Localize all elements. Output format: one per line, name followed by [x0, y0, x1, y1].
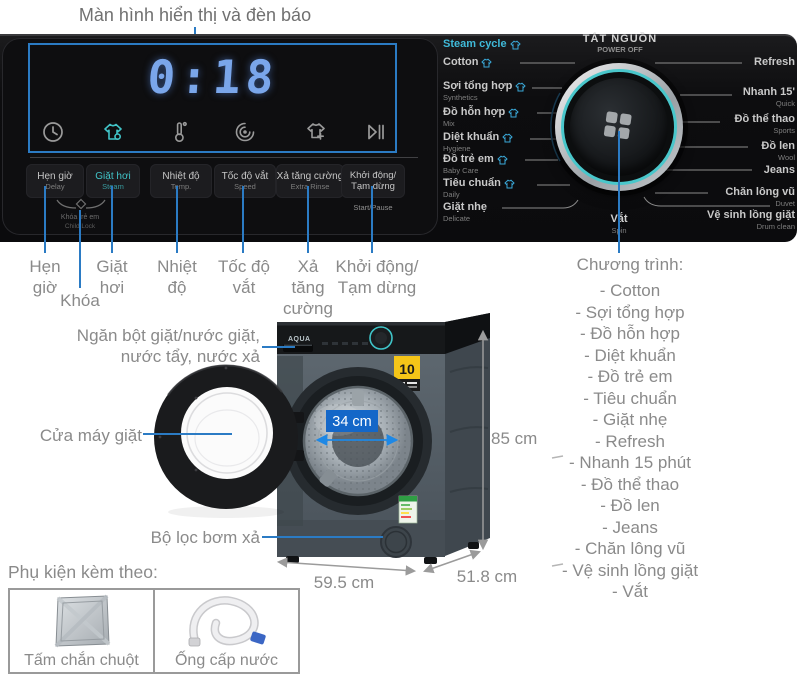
- start-pause-en-label: Start/Pause: [341, 203, 405, 212]
- machine-brand-logo: AQUA: [288, 336, 311, 343]
- annotation-line-rinse: [307, 186, 309, 253]
- annotation-line-lock: [79, 210, 81, 288]
- dial-label-hygiene: Diệt khuẩn Hygiene: [443, 131, 513, 153]
- dial-label-wool: Đồ len Wool: [761, 140, 795, 162]
- spin-icon: [232, 119, 258, 145]
- annotation-line-dial: [618, 131, 620, 253]
- drum-width-label: 34 cm: [332, 414, 372, 430]
- accessory-mouse-guard: Tấm chắn chuột: [10, 590, 153, 672]
- door-label: Cửa máy giặt: [30, 425, 142, 446]
- annotation-line-temp: [176, 186, 178, 253]
- filter-label: Bộ lọc bơm xả: [145, 527, 260, 548]
- annotation-line-steam: [111, 186, 113, 253]
- dial-label-delicate: Giặt nhẹ Delicate: [443, 201, 487, 223]
- button-steam[interactable]: Giặt hơi Steam: [86, 164, 140, 198]
- panel-separator: [30, 157, 418, 158]
- shirt-icon: [515, 82, 526, 92]
- button-temp[interactable]: Nhiệt độ Temp.: [150, 164, 212, 198]
- accessory-label: Tấm chắn chuột: [24, 651, 139, 670]
- water-hose-image: [179, 593, 275, 651]
- dial-label-refresh: Refresh: [754, 56, 795, 69]
- annotation-line-start: [371, 186, 373, 253]
- button-start-pause[interactable]: Khởi động/ Tạm dừng: [341, 164, 405, 198]
- annotation-temp: Nhiệt độ: [149, 256, 205, 298]
- machine-drum: [284, 367, 432, 515]
- accessories-box: Tấm chắn chuột Ống cấp nước: [8, 588, 300, 674]
- accessory-water-hose: Ống cấp nước: [153, 590, 298, 672]
- width-label: 59.5 cm: [314, 573, 374, 592]
- dial-label-mix: Đồ hỗn hợp Mix: [443, 106, 519, 128]
- button-extra-rinse[interactable]: Xả tăng cường Extra Rinse: [276, 164, 344, 198]
- annotation-speed: Tốc độ vắt: [212, 256, 276, 298]
- machine-body: AQUA 10: [277, 313, 490, 564]
- shirt-icon: [510, 40, 521, 50]
- dial-label-synthetics: Sợi tổng hợp Synthetics: [443, 80, 526, 102]
- shirt-icon: [504, 179, 515, 189]
- accessories-title: Phụ kiện kèm theo:: [8, 562, 158, 583]
- drain-filter: [381, 527, 411, 557]
- svg-text:10: 10: [399, 361, 415, 377]
- annotation-line-delay: [44, 186, 46, 253]
- annotation-line-dispenser: [262, 346, 295, 348]
- shirt-icon: [497, 155, 508, 165]
- shirt-icon: [508, 108, 519, 118]
- dial-label-daily: Tiêu chuẩn Daily: [443, 177, 515, 199]
- steam-wash-icon: [100, 119, 126, 145]
- dial-label-duvet: Chăn lông vũ Duvet: [725, 186, 795, 208]
- program-list-title: Chương trình:: [520, 254, 740, 276]
- time-display: 0:18: [126, 50, 300, 104]
- temperature-icon: [167, 119, 193, 145]
- dispenser-label: Ngăn bột giặt/nước giặt, nước tẩy, nước …: [55, 325, 260, 367]
- dial-label-drum-clean: Vệ sinh lồng giặt Drum clean: [707, 209, 795, 231]
- button-delay[interactable]: Hẹn giờ Delay: [26, 164, 84, 198]
- shirt-icon: [502, 133, 513, 143]
- annotation-line-door: [143, 433, 232, 435]
- height-label: 85 cm: [491, 429, 537, 448]
- dial-label-cotton: Cotton: [443, 56, 492, 69]
- annotation-steam: Giặt hơi: [87, 256, 137, 298]
- annotation-line-filter: [262, 536, 383, 538]
- shirt-icon: [481, 58, 492, 68]
- dial-label-steam-cycle: Steam cycle: [443, 38, 521, 51]
- infographic-stage: Màn hình hiển thị và đèn báo 0:18: [0, 0, 800, 680]
- button-speed[interactable]: Tốc độ vắt Speed: [214, 164, 276, 198]
- display-annotation-title: Màn hình hiển thị và đèn báo: [45, 5, 345, 26]
- program-item: - Cotton: [520, 280, 740, 302]
- dial-label-sports: Đồ thể thao Sports: [735, 113, 796, 135]
- dial-label-jeans: Jeans: [764, 164, 795, 177]
- energy-label: [399, 496, 417, 523]
- depth-label: 51.8 cm: [457, 567, 517, 586]
- delay-clock-icon: [40, 119, 66, 145]
- mouse-guard-image: [50, 593, 114, 651]
- extra-rinse-icon: [303, 119, 329, 145]
- accessory-label: Ống cấp nước: [175, 651, 278, 670]
- dial-label-baby-care: Đồ trẻ em Baby Care: [443, 153, 508, 175]
- start-pause-icon: [362, 119, 388, 145]
- dial-label-quick: Nhanh 15' Quick: [743, 86, 795, 108]
- annotation-start: Khởi động/ Tạm dừng: [331, 256, 423, 298]
- annotation-line-speed: [242, 186, 244, 253]
